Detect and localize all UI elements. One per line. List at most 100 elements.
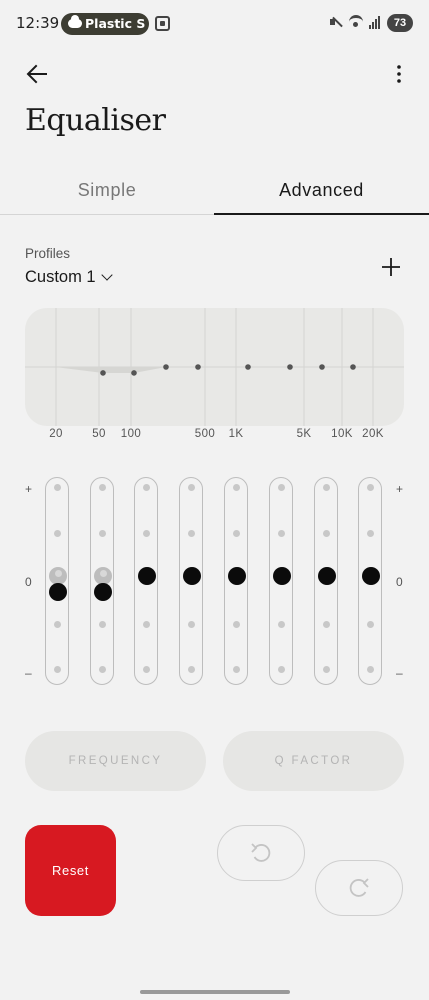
- slider-tick: [187, 620, 195, 628]
- eq-curve-svg: [25, 308, 404, 426]
- band-slider-knob[interactable]: [228, 567, 246, 585]
- profile-dropdown[interactable]: Custom 1: [25, 268, 113, 287]
- wifi-icon: [349, 15, 363, 29]
- band-slider-track[interactable]: [90, 477, 114, 685]
- add-profile-button[interactable]: [380, 256, 402, 278]
- profiles-label: Profiles: [25, 246, 71, 261]
- tab-simple[interactable]: Simple: [0, 170, 214, 214]
- notification-pill[interactable]: Plastic S: [61, 13, 149, 35]
- redo-button[interactable]: [315, 860, 403, 916]
- tab-bar: Simple Advanced: [0, 170, 429, 216]
- profile-selected-value: Custom 1: [25, 268, 96, 286]
- frequency-label: 20: [49, 428, 63, 440]
- band-slider-track[interactable]: [269, 477, 293, 685]
- frequency-label: 1K: [228, 428, 244, 440]
- slider-tick: [366, 483, 374, 491]
- tab-advanced[interactable]: Advanced: [214, 170, 429, 214]
- eq-curve-point: [131, 370, 137, 376]
- minus-label-left: –: [25, 666, 32, 680]
- eq-curve-point: [195, 364, 201, 370]
- chevron-down-icon: [100, 269, 113, 281]
- frequency-button[interactable]: FREQUENCY: [25, 731, 206, 791]
- slider-tick: [187, 665, 195, 673]
- page-title: Equaliser: [25, 103, 166, 138]
- redo-icon: [349, 878, 369, 897]
- system-icons: [329, 15, 383, 29]
- frequency-label: 20K: [362, 428, 384, 440]
- slider-tick: [232, 483, 240, 491]
- minus-label-right: –: [396, 666, 403, 680]
- slider-tick: [232, 620, 240, 628]
- band-slider-track[interactable]: [358, 477, 382, 685]
- undo-button[interactable]: [217, 825, 305, 881]
- band-slider-track[interactable]: [134, 477, 158, 685]
- slider-tick: [98, 483, 106, 491]
- notification-pill-text: Plastic S: [85, 16, 146, 31]
- slider-tick: [187, 529, 195, 537]
- slider-tick: [322, 665, 330, 673]
- zero-label-left: 0: [25, 575, 32, 589]
- q-factor-button[interactable]: Q FACTOR: [223, 731, 404, 791]
- status-bar: 12:39 Plastic S 73: [0, 0, 429, 46]
- frequency-axis-labels: 20 50 100 500 1K 5K 10K 20K: [0, 428, 429, 444]
- slider-tick: [277, 483, 285, 491]
- cloud-icon: [68, 15, 82, 28]
- plus-label-left: +: [25, 482, 33, 496]
- band-slider-track[interactable]: [179, 477, 203, 685]
- band-slider-track[interactable]: [314, 477, 338, 685]
- slider-tick: [53, 483, 61, 491]
- frequency-label: 10K: [331, 428, 353, 440]
- slider-tick: [142, 665, 150, 673]
- slider-tick: [322, 529, 330, 537]
- slider-tick: [142, 620, 150, 628]
- slider-tick: [277, 529, 285, 537]
- undo-icon: [251, 843, 271, 862]
- battery-badge: 73: [387, 14, 413, 32]
- band-slider-knob[interactable]: [273, 567, 291, 585]
- signal-icon: [369, 15, 383, 29]
- plus-label-right: +: [396, 482, 404, 496]
- eq-curve-point: [350, 364, 356, 370]
- slider-tick: [187, 483, 195, 491]
- app-bar: [0, 52, 429, 96]
- slider-tick: [142, 529, 150, 537]
- reset-button[interactable]: Reset: [25, 825, 116, 916]
- slider-tick: [322, 620, 330, 628]
- slider-tick: [98, 529, 106, 537]
- back-button[interactable]: [24, 62, 50, 86]
- home-indicator: [140, 990, 290, 994]
- plus-icon: [382, 258, 400, 276]
- eq-curve-point: [163, 364, 169, 370]
- slider-tick: [277, 620, 285, 628]
- slider-tick: [53, 620, 61, 628]
- slider-tick: [98, 620, 106, 628]
- band-sliders: + 0 – + 0 –: [0, 477, 429, 687]
- band-slider-knob[interactable]: [138, 567, 156, 585]
- eq-curve-graph: [25, 308, 404, 426]
- band-slider-track[interactable]: [45, 477, 69, 685]
- frequency-label: 50: [92, 428, 106, 440]
- band-slider-track[interactable]: [224, 477, 248, 685]
- band-slider-knob[interactable]: [94, 583, 112, 601]
- band-slider-knob[interactable]: [49, 583, 67, 601]
- slider-tick: [232, 665, 240, 673]
- band-slider-knob[interactable]: [362, 567, 380, 585]
- eq-curve-point: [319, 364, 325, 370]
- slider-tick: [366, 665, 374, 673]
- band-slider-knob[interactable]: [318, 567, 336, 585]
- slider-tick: [98, 665, 106, 673]
- slider-tick: [232, 529, 240, 537]
- slider-tick: [366, 529, 374, 537]
- tab-selected-indicator: [214, 213, 429, 215]
- eq-curve-point: [245, 364, 251, 370]
- band-slider-knob[interactable]: [183, 567, 201, 585]
- frequency-label: 500: [194, 428, 216, 440]
- frequency-label: 100: [120, 428, 142, 440]
- eq-curve-point: [287, 364, 293, 370]
- eq-curve-point: [100, 370, 106, 376]
- more-options-button[interactable]: [389, 62, 409, 86]
- frequency-label: 5K: [296, 428, 312, 440]
- slider-tick: [53, 665, 61, 673]
- slider-tick: [322, 483, 330, 491]
- slider-tick: [277, 665, 285, 673]
